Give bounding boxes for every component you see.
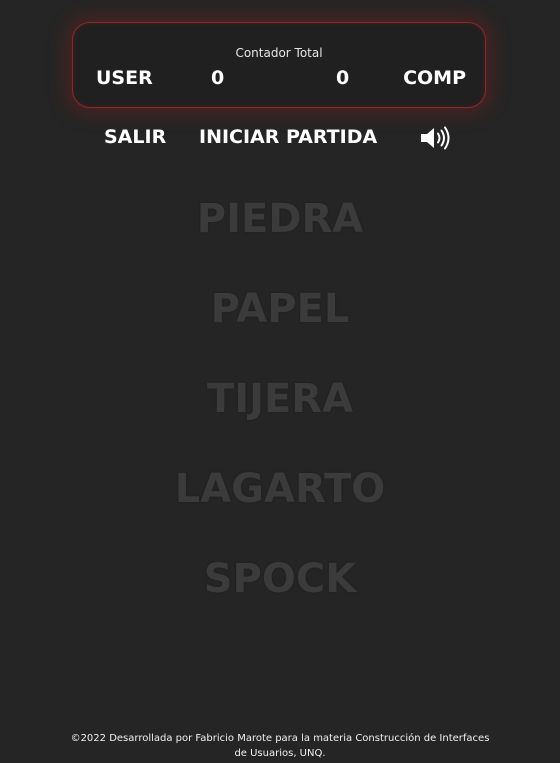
comp-score: 0 xyxy=(336,67,350,89)
choice-papel[interactable]: PAPEL xyxy=(0,286,560,332)
speaker-volume-icon xyxy=(421,126,450,150)
user-score: 0 xyxy=(211,67,225,89)
exit-button[interactable]: SALIR xyxy=(104,126,166,148)
choice-spock[interactable]: SPOCK xyxy=(0,556,560,602)
score-title: Contador Total xyxy=(235,46,323,60)
game-controls: SALIR INICIAR PARTIDA xyxy=(0,126,560,156)
game-page: Contador Total USER 0 0 COMP SALIR INICI… xyxy=(0,0,560,763)
sound-toggle-button[interactable] xyxy=(419,124,453,152)
footer-credits: ©2022 Desarrollada por Fabricio Marote p… xyxy=(70,733,490,759)
scoreboard: Contador Total USER 0 0 COMP xyxy=(72,22,486,108)
choice-tijera[interactable]: TIJERA xyxy=(0,376,560,422)
user-label: USER xyxy=(96,67,153,89)
choice-piedra[interactable]: PIEDRA xyxy=(0,196,560,242)
comp-label: COMP xyxy=(403,67,466,89)
start-game-button[interactable]: INICIAR PARTIDA xyxy=(199,126,377,148)
choice-lagarto[interactable]: LAGARTO xyxy=(0,466,560,512)
